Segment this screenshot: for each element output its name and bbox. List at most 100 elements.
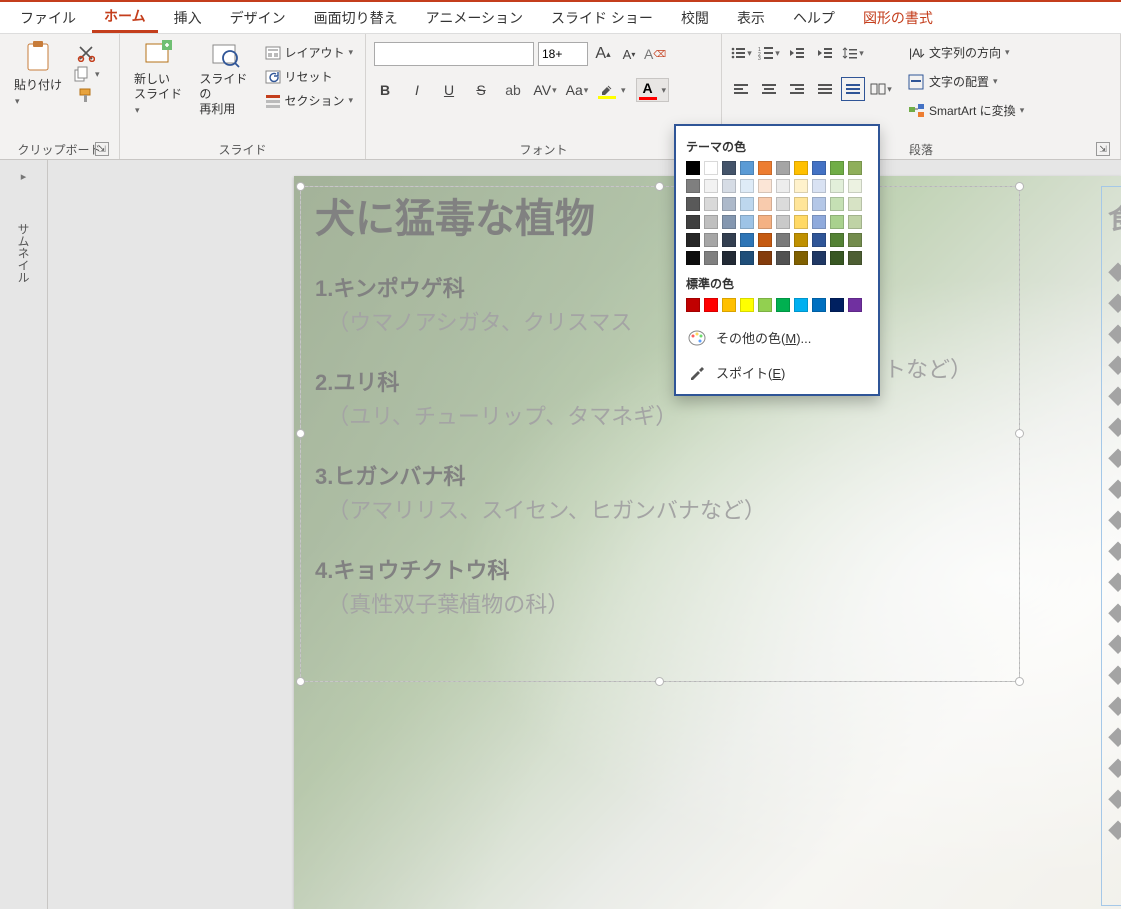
color-swatch[interactable] [794, 215, 808, 229]
justify-button[interactable] [814, 78, 836, 100]
color-swatch[interactable] [686, 179, 700, 193]
color-swatch[interactable] [794, 298, 808, 312]
color-swatch[interactable] [794, 251, 808, 265]
tab-home[interactable]: ホーム [92, 2, 158, 33]
thumbnails-pane[interactable]: ▸ サムネイル [0, 160, 48, 909]
color-swatch[interactable] [848, 251, 862, 265]
resize-handle[interactable] [655, 182, 664, 191]
color-swatch[interactable] [812, 179, 826, 193]
color-swatch[interactable] [740, 215, 754, 229]
color-swatch[interactable] [830, 179, 844, 193]
font-color-button[interactable]: A▾ [636, 78, 670, 102]
color-swatch[interactable] [794, 161, 808, 175]
color-swatch[interactable] [722, 179, 736, 193]
color-swatch[interactable] [848, 233, 862, 247]
color-swatch[interactable] [794, 179, 808, 193]
color-swatch[interactable] [758, 233, 772, 247]
reset-button[interactable]: リセット [261, 66, 357, 87]
grow-font-button[interactable]: A▴ [592, 43, 614, 65]
color-swatch[interactable] [686, 233, 700, 247]
color-swatch[interactable] [758, 251, 772, 265]
color-swatch[interactable] [704, 161, 718, 175]
resize-handle[interactable] [296, 429, 305, 438]
eyedropper-item[interactable]: スポイト(E) [686, 355, 868, 390]
color-swatch[interactable] [812, 215, 826, 229]
numbering-button[interactable]: 123▾ [758, 42, 780, 64]
color-swatch[interactable] [830, 161, 844, 175]
color-swatch[interactable] [848, 179, 862, 193]
tab-insert[interactable]: 挿入 [162, 4, 214, 32]
tab-slideshow[interactable]: スライド ショー [539, 4, 665, 32]
increase-indent-button[interactable] [814, 42, 836, 64]
columns-button[interactable]: ▾ [870, 78, 892, 100]
color-swatch[interactable] [848, 197, 862, 211]
color-swatch[interactable] [848, 298, 862, 312]
color-swatch[interactable] [686, 197, 700, 211]
color-swatch[interactable] [740, 179, 754, 193]
color-swatch[interactable] [848, 215, 862, 229]
color-swatch[interactable] [812, 161, 826, 175]
resize-handle[interactable] [655, 677, 664, 686]
textbox-selected[interactable]: 犬に猛毒な植物 1.キンポウゲ科 （ウマノアシガタ、クリスマス2.ユリ科 （ユリ… [300, 186, 1020, 682]
color-swatch[interactable] [722, 298, 736, 312]
color-swatch[interactable] [758, 161, 772, 175]
color-swatch[interactable] [686, 251, 700, 265]
resize-handle[interactable] [1015, 677, 1024, 686]
shadow-button[interactable]: ab [502, 79, 524, 101]
color-swatch[interactable] [830, 233, 844, 247]
font-family-combo[interactable] [374, 42, 534, 66]
color-swatch[interactable] [740, 298, 754, 312]
color-swatch[interactable] [740, 251, 754, 265]
decrease-indent-button[interactable] [786, 42, 808, 64]
resize-handle[interactable] [296, 182, 305, 191]
color-swatch[interactable] [722, 197, 736, 211]
color-swatch[interactable] [704, 251, 718, 265]
color-swatch[interactable] [686, 161, 700, 175]
textbox-right[interactable]: 食べ ◆ アサ◆ アサ◆ アマ◆ アロ◆ イヌ◆ ウマ◆ オシ◆ クリ◆ ゴク◆… [1101, 186, 1121, 906]
text-direction-button[interactable]: |A文字列の方向▾ [904, 42, 1028, 63]
color-swatch[interactable] [758, 197, 772, 211]
section-button[interactable]: セクション▾ [261, 90, 357, 111]
color-swatch[interactable] [740, 197, 754, 211]
color-swatch[interactable] [722, 161, 736, 175]
tab-design[interactable]: デザイン [218, 4, 298, 32]
color-swatch[interactable] [794, 197, 808, 211]
color-swatch[interactable] [704, 215, 718, 229]
color-swatch[interactable] [830, 298, 844, 312]
align-left-button[interactable] [730, 78, 752, 100]
color-swatch[interactable] [812, 197, 826, 211]
color-swatch[interactable] [776, 233, 790, 247]
color-swatch[interactable] [812, 298, 826, 312]
strike-button[interactable]: S [470, 79, 492, 101]
color-swatch[interactable] [722, 233, 736, 247]
convert-smartart-button[interactable]: SmartArt に変換▾ [904, 100, 1028, 121]
color-swatch[interactable] [776, 298, 790, 312]
highlight-color-button[interactable]: ▾ [598, 81, 626, 99]
color-swatch[interactable] [776, 215, 790, 229]
color-swatch[interactable] [776, 251, 790, 265]
format-painter-icon[interactable] [72, 86, 100, 104]
color-swatch[interactable] [704, 233, 718, 247]
color-swatch[interactable] [830, 215, 844, 229]
resize-handle[interactable] [1015, 429, 1024, 438]
color-swatch[interactable] [704, 298, 718, 312]
color-swatch[interactable] [830, 197, 844, 211]
clear-formatting-button[interactable]: A⌫ [644, 43, 666, 65]
font-size-combo[interactable] [538, 42, 588, 66]
color-swatch[interactable] [812, 251, 826, 265]
distributed-button[interactable] [842, 78, 864, 100]
shrink-font-button[interactable]: A▾ [618, 43, 640, 65]
color-swatch[interactable] [758, 215, 772, 229]
copy-button[interactable]: ▾ [72, 65, 100, 83]
dialog-launcher-icon[interactable]: ⇲ [1096, 142, 1110, 156]
reuse-slides-button[interactable]: スライドの再利用 [193, 38, 257, 119]
align-center-button[interactable] [758, 78, 780, 100]
italic-button[interactable]: I [406, 79, 428, 101]
change-case-button[interactable]: Aa▾ [566, 79, 588, 101]
bullets-button[interactable]: ▾ [730, 42, 752, 64]
color-swatch[interactable] [758, 179, 772, 193]
layout-button[interactable]: レイアウト▾ [261, 42, 357, 63]
line-spacing-button[interactable]: ▾ [842, 42, 864, 64]
align-right-button[interactable] [786, 78, 808, 100]
tab-shape-format[interactable]: 図形の書式 [851, 4, 945, 32]
